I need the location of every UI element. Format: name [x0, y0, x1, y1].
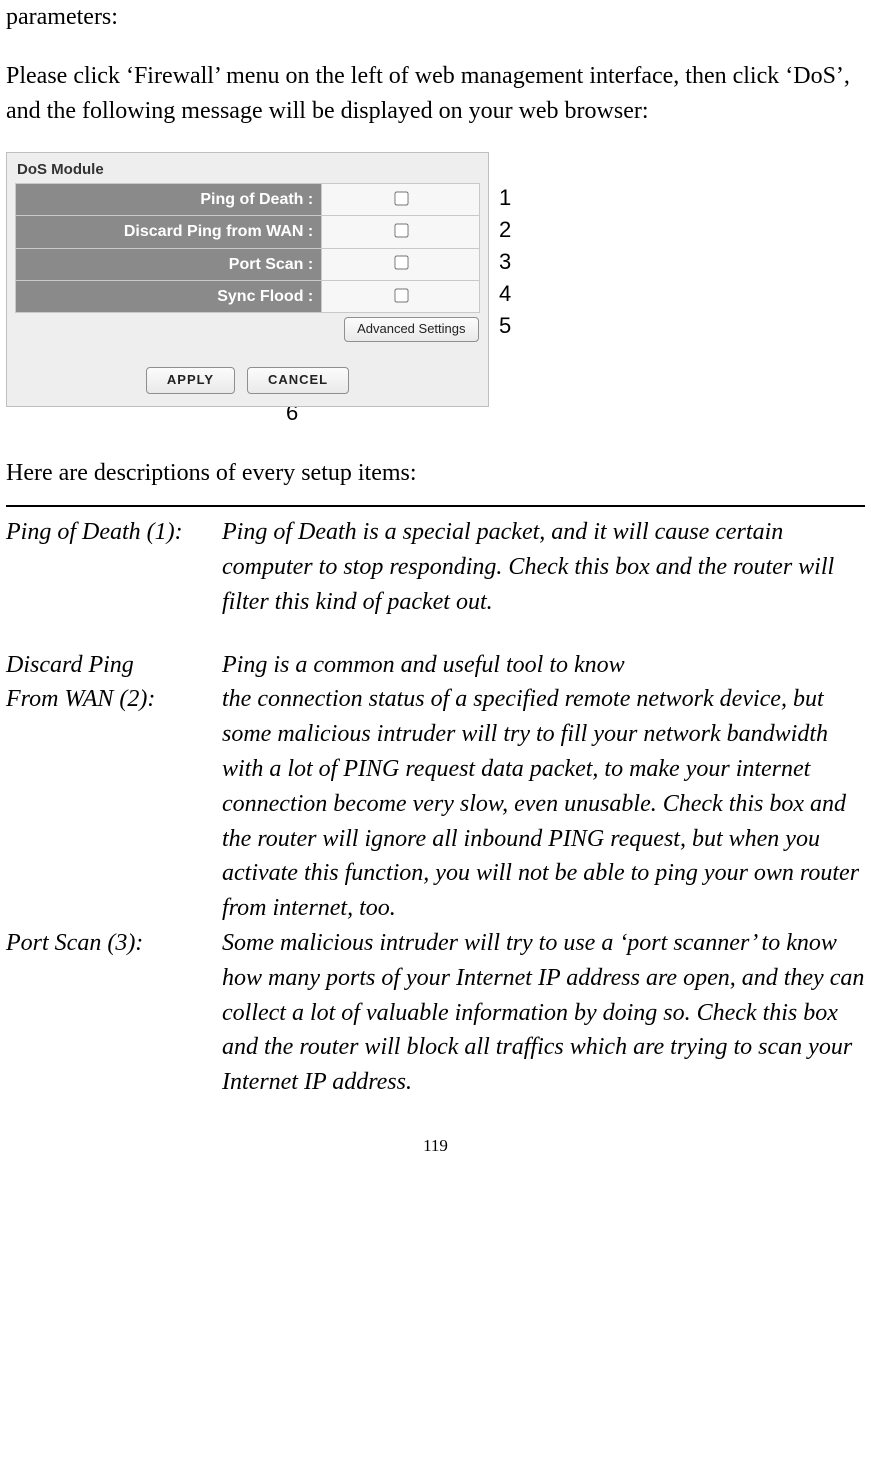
row-discard-ping-wan: Discard Ping from WAN :	[16, 216, 480, 248]
label-ping-of-death: Ping of Death :	[16, 184, 322, 216]
annotation-5: 5	[499, 310, 511, 342]
checkbox-discard-ping-wan[interactable]	[394, 224, 408, 238]
row-port-scan: Port Scan :	[16, 248, 480, 280]
advanced-settings-button[interactable]: Advanced Settings	[344, 317, 478, 342]
item-discard-ping-name-l2: From WAN (2):	[6, 682, 222, 926]
item-discard-ping-desc-l1: Ping is a common and useful tool to know	[222, 648, 865, 683]
descriptions-table: Ping of Death (1): Ping of Death is a sp…	[6, 515, 865, 1100]
cancel-button[interactable]: CANCEL	[247, 367, 349, 394]
intro-fragment: parameters:	[6, 0, 865, 35]
instructions-paragraph: Please click ‘Firewall’ menu on the left…	[6, 59, 865, 129]
label-discard-ping-wan: Discard Ping from WAN :	[16, 216, 322, 248]
dos-module-title: DoS Module	[15, 159, 480, 181]
dos-module-table: Ping of Death : Discard Ping from WAN : …	[15, 183, 480, 343]
annotation-2: 2	[499, 214, 511, 246]
button-row: APPLY CANCEL	[15, 367, 480, 394]
item-port-scan-desc: Some malicious intruder will try to use …	[222, 926, 865, 1100]
annotation-3: 3	[499, 246, 511, 278]
item-discard-ping-name-l1: Discard Ping	[6, 648, 222, 683]
row-advanced-settings: Advanced Settings	[16, 312, 480, 342]
dos-module-figure: DoS Module Ping of Death : Discard Ping …	[6, 152, 865, 406]
checkbox-sync-flood[interactable]	[394, 288, 408, 302]
item-ping-of-death-desc: Ping of Death is a special packet, and i…	[222, 515, 865, 619]
row-ping-of-death: Ping of Death :	[16, 184, 480, 216]
checkbox-port-scan[interactable]	[394, 256, 408, 270]
descriptions-heading: Here are descriptions of every setup ite…	[6, 456, 865, 491]
item-discard-ping-line2: From WAN (2): the connection status of a…	[6, 682, 865, 926]
divider-rule	[6, 505, 865, 507]
label-port-scan: Port Scan :	[16, 248, 322, 280]
page-number: 119	[6, 1134, 865, 1159]
label-sync-flood: Sync Flood :	[16, 280, 322, 312]
item-port-scan-name: Port Scan (3):	[6, 926, 222, 1100]
item-discard-ping-desc-rest: the connection status of a specified rem…	[222, 682, 865, 926]
annotation-4: 4	[499, 278, 511, 310]
checkbox-ping-of-death[interactable]	[394, 191, 408, 205]
apply-button[interactable]: APPLY	[146, 367, 235, 394]
row-sync-flood: Sync Flood :	[16, 280, 480, 312]
annotation-column: 1 2 3 4 5	[499, 182, 511, 342]
item-ping-of-death: Ping of Death (1): Ping of Death is a sp…	[6, 515, 865, 619]
dos-module-panel: DoS Module Ping of Death : Discard Ping …	[6, 152, 489, 406]
item-ping-of-death-name: Ping of Death (1):	[6, 515, 222, 619]
item-discard-ping-line1: Discard Ping Ping is a common and useful…	[6, 648, 865, 683]
annotation-1: 1	[499, 182, 511, 214]
item-port-scan: Port Scan (3): Some malicious intruder w…	[6, 926, 865, 1100]
